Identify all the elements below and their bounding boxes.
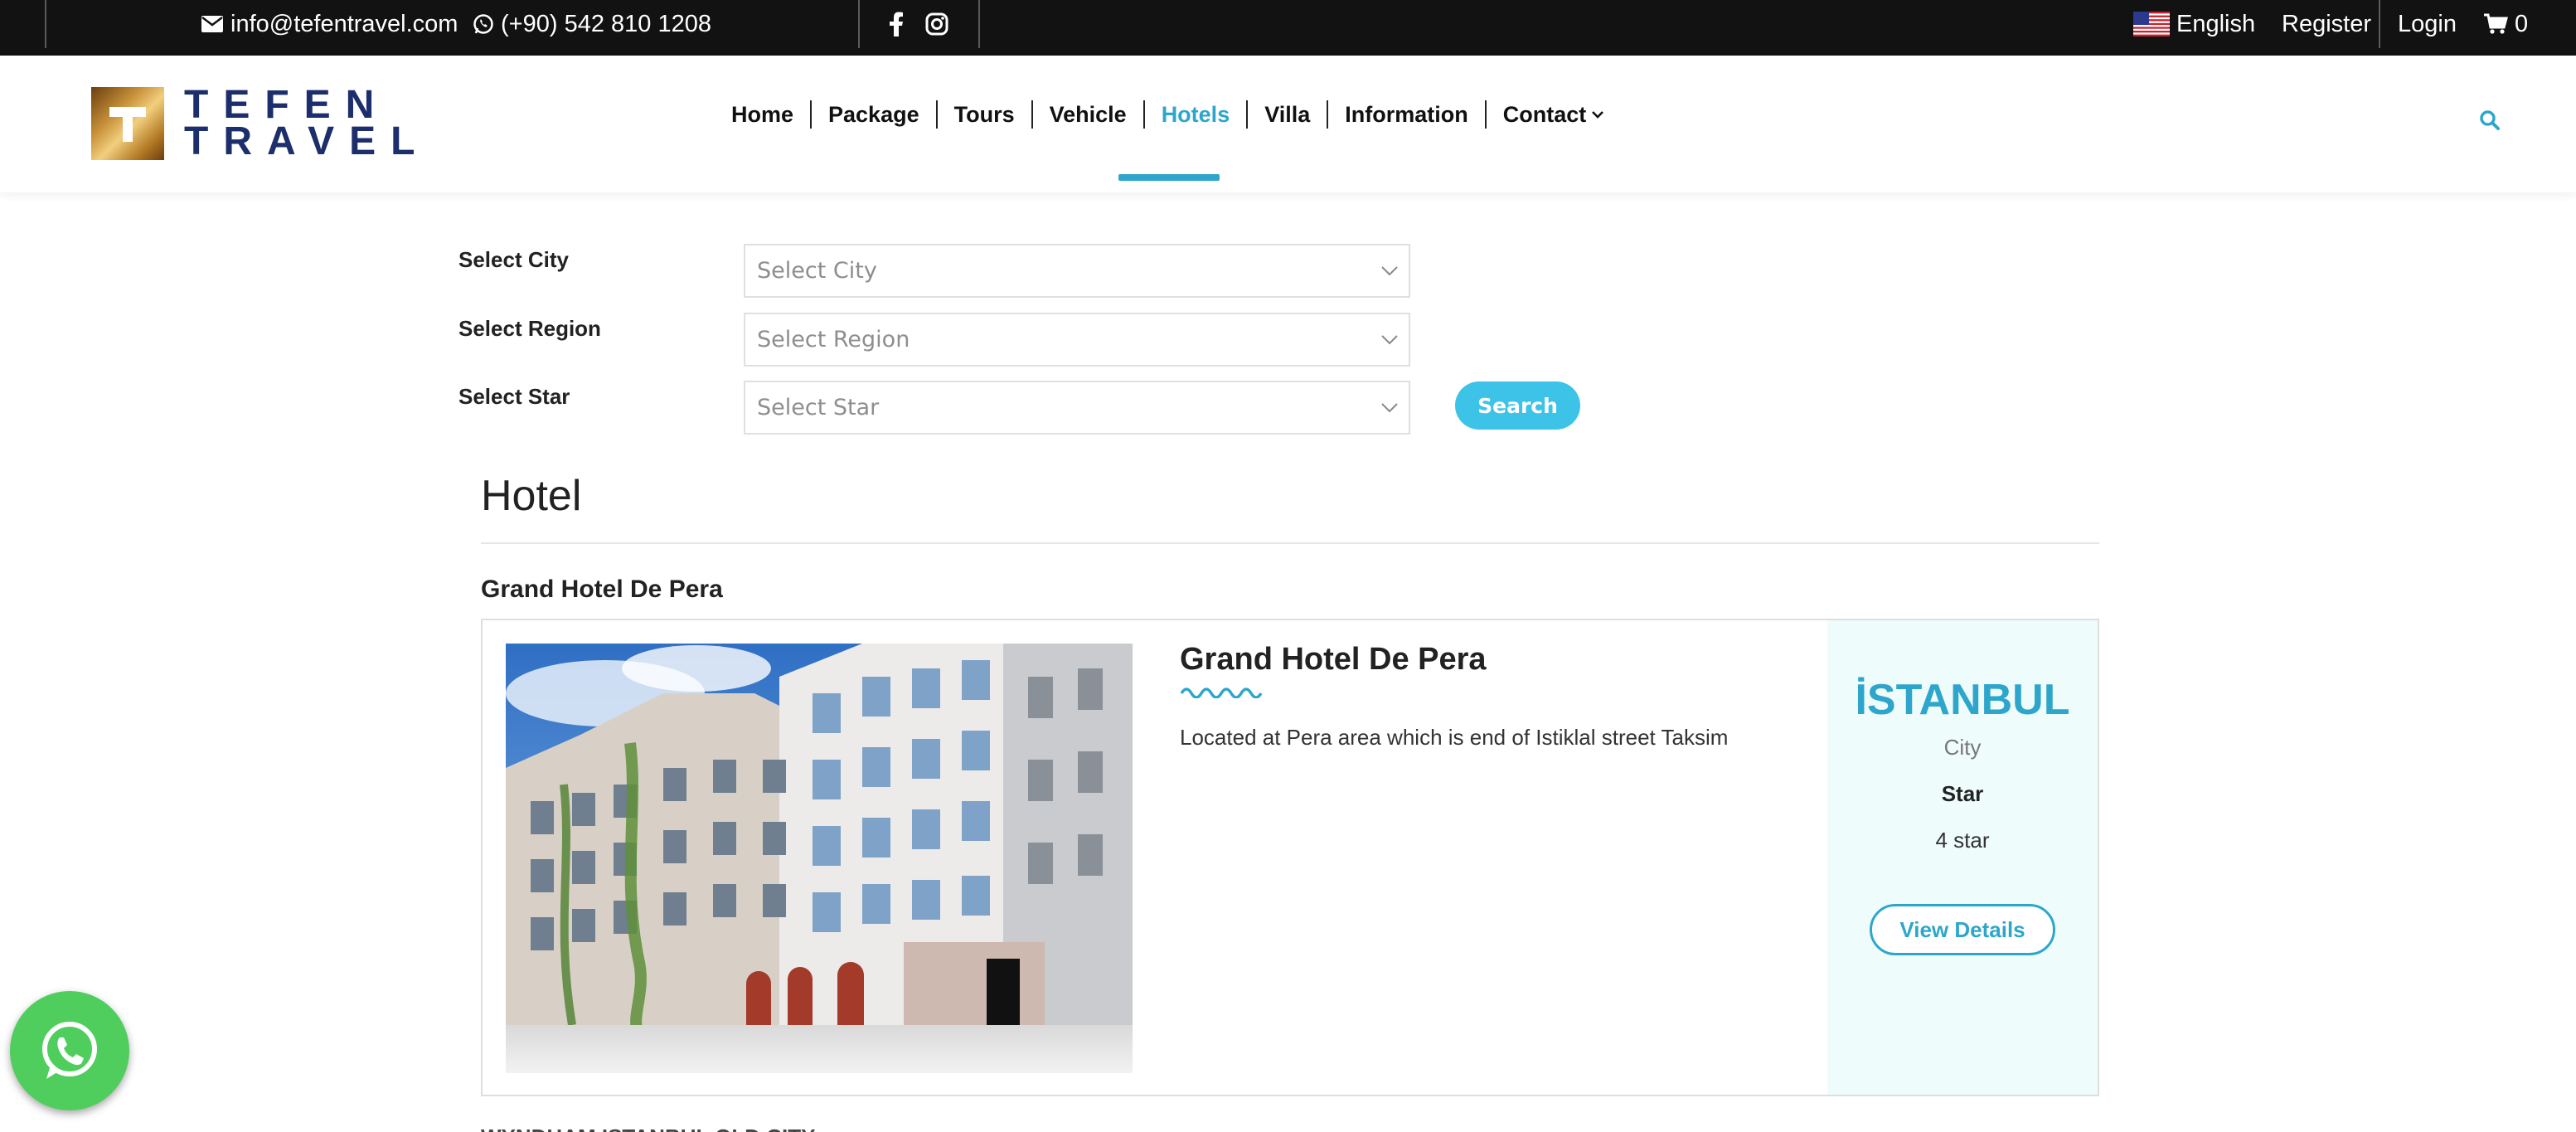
star-value: 4 star bbox=[1935, 828, 1990, 853]
whatsapp-small-icon bbox=[473, 14, 493, 34]
chevron-down-icon bbox=[1592, 111, 1604, 119]
topbar-divider bbox=[978, 0, 980, 48]
cart-count: 0 bbox=[2515, 10, 2529, 37]
region-select-value: Select Region bbox=[757, 327, 910, 352]
nav-information[interactable]: Information bbox=[1328, 102, 1485, 128]
site-header: TEFEN TRAVEL Home Package Tours Vehicle … bbox=[0, 56, 2576, 192]
language-selector[interactable]: English bbox=[2133, 0, 2255, 48]
main-nav: Home Package Tours Vehicle Hotels Villa … bbox=[715, 100, 1621, 129]
active-nav-indicator bbox=[1118, 174, 1220, 181]
facebook-icon bbox=[890, 12, 903, 36]
register-label: Register bbox=[2282, 10, 2371, 37]
nav-hotels[interactable]: Hotels bbox=[1145, 102, 1247, 128]
star-label: Star bbox=[1941, 781, 1984, 806]
site-logo[interactable]: TEFEN TRAVEL bbox=[91, 83, 430, 163]
hotel-name[interactable]: Grand Hotel De Pera bbox=[1180, 642, 1487, 678]
phone-text: (+90) 542 810 1208 bbox=[501, 10, 711, 37]
language-label: English bbox=[2176, 10, 2256, 37]
hotel-photo[interactable] bbox=[506, 644, 1133, 1073]
chevron-down-icon bbox=[1381, 403, 1398, 413]
nav-contact[interactable]: Contact bbox=[1487, 102, 1622, 128]
envelope-icon bbox=[201, 16, 223, 32]
header-search-button[interactable] bbox=[2479, 109, 2501, 135]
hotel-info-panel: İSTANBUL City Star 4 star View Details bbox=[1827, 620, 2098, 1095]
nav-vehicle[interactable]: Vehicle bbox=[1033, 102, 1143, 128]
logo-line-1: TEFEN bbox=[184, 83, 390, 127]
wave-divider-icon bbox=[1180, 687, 1263, 698]
hotel-city: İSTANBUL bbox=[1855, 676, 2070, 724]
hotel-card: Grand Hotel De Pera Located at Pera area… bbox=[481, 619, 2099, 1096]
nav-tours[interactable]: Tours bbox=[938, 102, 1031, 128]
section-title: Hotel bbox=[481, 472, 582, 520]
star-select[interactable]: Select Star bbox=[744, 381, 1410, 435]
cart-link[interactable]: 0 bbox=[2483, 0, 2528, 48]
section-divider bbox=[481, 542, 2099, 544]
topbar-divider bbox=[45, 0, 46, 48]
whatsapp-icon bbox=[42, 1022, 97, 1079]
search-button[interactable]: Search bbox=[1455, 381, 1580, 430]
topbar-divider bbox=[858, 0, 860, 48]
region-select[interactable]: Select Region bbox=[744, 313, 1410, 367]
city-select-value: Select City bbox=[757, 258, 877, 284]
email-link[interactable]: info@tefentravel.com bbox=[201, 0, 458, 48]
top-bar: info@tefentravel.com (+90) 542 810 1208 … bbox=[0, 0, 2576, 56]
nav-contact-label: Contact bbox=[1502, 101, 1587, 127]
facebook-link[interactable] bbox=[889, 0, 910, 48]
view-details-button[interactable]: View Details bbox=[1870, 904, 2055, 955]
register-link[interactable]: Register bbox=[2282, 0, 2371, 48]
logo-text: TEFEN TRAVEL bbox=[184, 83, 430, 163]
chevron-down-icon bbox=[1381, 266, 1398, 276]
chevron-down-icon bbox=[1381, 335, 1398, 345]
star-filter-label: Select Star bbox=[458, 384, 570, 409]
hotel-description: Located at Pera area which is end of Ist… bbox=[1180, 725, 1729, 750]
email-text: info@tefentravel.com bbox=[230, 10, 458, 37]
nav-home[interactable]: Home bbox=[715, 102, 810, 128]
search-icon bbox=[2480, 110, 2500, 130]
login-label: Login bbox=[2398, 10, 2457, 37]
city-label: City bbox=[1943, 735, 1982, 760]
cart-icon bbox=[2484, 13, 2508, 34]
whatsapp-chat-button[interactable] bbox=[10, 991, 129, 1110]
hotel-photo-image bbox=[506, 644, 1133, 1073]
nav-package[interactable]: Package bbox=[812, 102, 936, 128]
login-link[interactable]: Login bbox=[2398, 0, 2457, 48]
instagram-icon bbox=[925, 12, 948, 36]
topbar-divider bbox=[2379, 0, 2380, 48]
us-flag-icon bbox=[2133, 12, 2170, 36]
next-hotel-heading: WYNDHAM ISTANBUL OLD CITY bbox=[481, 1125, 895, 1132]
logo-mark-icon bbox=[91, 87, 164, 160]
logo-line-2: TRAVEL bbox=[184, 119, 430, 163]
hotel-heading: Grand Hotel De Pera bbox=[481, 576, 723, 603]
phone-link[interactable]: (+90) 542 810 1208 bbox=[473, 0, 711, 48]
nav-villa[interactable]: Villa bbox=[1248, 102, 1327, 128]
city-filter-label: Select City bbox=[458, 247, 569, 272]
star-select-value: Select Star bbox=[757, 395, 880, 420]
region-filter-label: Select Region bbox=[458, 316, 601, 341]
instagram-link[interactable] bbox=[925, 0, 955, 48]
city-select[interactable]: Select City bbox=[744, 244, 1410, 298]
